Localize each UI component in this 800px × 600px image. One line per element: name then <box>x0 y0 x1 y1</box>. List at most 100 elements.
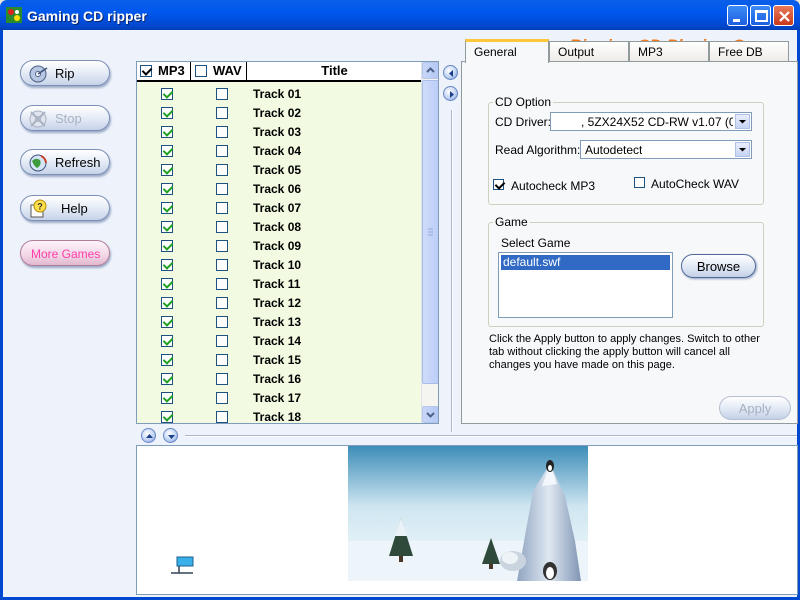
track-wav-checkbox[interactable] <box>216 183 228 195</box>
horizontal-splitter[interactable] <box>185 435 797 437</box>
window-client: Ripping CD Playing Game Rip Stop Refresh… <box>0 30 800 600</box>
track-mp3-checkbox[interactable] <box>161 316 173 328</box>
track-wav-checkbox[interactable] <box>216 126 228 138</box>
stop-button[interactable]: Stop <box>20 105 110 131</box>
cd-driver-select[interactable]: , 5ZX24X52 CD-RW v1.07 (0:1: <box>550 112 752 131</box>
expand-right-button[interactable] <box>443 86 458 101</box>
chevron-down-icon <box>426 412 435 418</box>
game-legend: Game <box>495 215 528 229</box>
table-row[interactable]: Track 09 <box>137 237 422 256</box>
move-up-button[interactable] <box>141 428 156 443</box>
track-mp3-checkbox[interactable] <box>161 88 173 100</box>
scroll-thumb[interactable] <box>422 80 438 384</box>
game-list-item-selected[interactable]: default.swf <box>501 255 670 270</box>
table-row[interactable]: Track 04 <box>137 142 422 161</box>
track-mp3-checkbox[interactable] <box>161 411 173 423</box>
track-wav-checkbox[interactable] <box>216 316 228 328</box>
game-listbox[interactable]: default.swf <box>498 252 673 318</box>
tab-output[interactable]: Output <box>549 41 629 62</box>
track-mp3-checkbox[interactable] <box>161 202 173 214</box>
table-row[interactable]: Track 03 <box>137 123 422 142</box>
table-row[interactable]: Track 10 <box>137 256 422 275</box>
help-button[interactable]: ? Help <box>20 195 110 221</box>
header-wav-checkbox[interactable] <box>195 65 207 77</box>
read-algorithm-dropdown[interactable] <box>735 142 750 157</box>
track-mp3-checkbox[interactable] <box>161 335 173 347</box>
track-wav-checkbox[interactable] <box>216 145 228 157</box>
header-wav[interactable]: WAV <box>191 62 247 80</box>
header-mp3[interactable]: MP3 <box>137 62 191 80</box>
scroll-down-button[interactable] <box>422 406 438 423</box>
table-row[interactable]: Track 01 <box>137 85 422 104</box>
maximize-button[interactable] <box>750 5 771 26</box>
tab-free-db[interactable]: Free DB <box>709 41 789 62</box>
tab-mp3[interactable]: MP3 <box>629 41 709 62</box>
table-row[interactable]: Track 02 <box>137 104 422 123</box>
track-wav-checkbox[interactable] <box>216 202 228 214</box>
close-button[interactable] <box>773 5 794 26</box>
track-list-scrollbar[interactable] <box>421 62 438 423</box>
track-wav-checkbox[interactable] <box>216 354 228 366</box>
track-mp3-checkbox[interactable] <box>161 221 173 233</box>
track-mp3-checkbox[interactable] <box>161 259 173 271</box>
header-title[interactable]: Title <box>247 62 422 80</box>
apply-button[interactable]: Apply <box>719 396 791 420</box>
track-wav-checkbox[interactable] <box>216 107 228 119</box>
track-wav-checkbox[interactable] <box>216 164 228 176</box>
vertical-splitter[interactable] <box>451 110 453 432</box>
autocheck-mp3-checkbox[interactable] <box>493 179 504 190</box>
track-mp3-checkbox[interactable] <box>161 392 173 404</box>
track-mp3-checkbox[interactable] <box>161 278 173 290</box>
track-wav-checkbox[interactable] <box>216 335 228 347</box>
track-mp3-checkbox[interactable] <box>161 297 173 309</box>
track-mp3-checkbox[interactable] <box>161 240 173 252</box>
tab-general[interactable]: General <box>465 39 549 63</box>
table-row[interactable]: Track 18 <box>137 408 422 423</box>
track-mp3-checkbox[interactable] <box>161 107 173 119</box>
collapse-left-button[interactable] <box>443 65 458 80</box>
track-wav-checkbox[interactable] <box>216 297 228 309</box>
track-title: Track 08 <box>253 220 302 234</box>
table-row[interactable]: Track 11 <box>137 275 422 294</box>
table-row[interactable]: Track 12 <box>137 294 422 313</box>
game-area[interactable] <box>136 445 798 595</box>
table-row[interactable]: Track 16 <box>137 370 422 389</box>
title-bar[interactable]: Gaming CD ripper <box>0 0 800 30</box>
table-row[interactable]: Track 06 <box>137 180 422 199</box>
track-wav-checkbox[interactable] <box>216 373 228 385</box>
track-mp3-checkbox[interactable] <box>161 354 173 366</box>
refresh-button[interactable]: Refresh <box>20 149 110 175</box>
header-mp3-checkbox[interactable] <box>140 65 152 77</box>
move-down-button[interactable] <box>163 428 178 443</box>
track-wav-checkbox[interactable] <box>216 259 228 271</box>
track-mp3-checkbox[interactable] <box>161 183 173 195</box>
table-row[interactable]: Track 05 <box>137 161 422 180</box>
track-mp3-checkbox[interactable] <box>161 126 173 138</box>
scroll-up-button[interactable] <box>422 62 438 79</box>
read-algorithm-select[interactable]: Autodetect <box>580 140 752 159</box>
table-row[interactable]: Track 07 <box>137 199 422 218</box>
table-row[interactable]: Track 08 <box>137 218 422 237</box>
browse-button[interactable]: Browse <box>681 254 756 278</box>
read-algorithm-value: Autodetect <box>585 143 643 157</box>
track-wav-checkbox[interactable] <box>216 221 228 233</box>
table-row[interactable]: Track 17 <box>137 389 422 408</box>
table-row[interactable]: Track 14 <box>137 332 422 351</box>
autocheck-wav-checkbox[interactable] <box>634 177 645 188</box>
table-row[interactable]: Track 13 <box>137 313 422 332</box>
track-wav-checkbox[interactable] <box>216 411 228 423</box>
minimize-button[interactable] <box>727 5 748 26</box>
track-wav-checkbox[interactable] <box>216 278 228 290</box>
more-games-button[interactable]: More Games <box>20 240 110 266</box>
track-wav-checkbox[interactable] <box>216 392 228 404</box>
cd-driver-dropdown[interactable] <box>735 114 750 129</box>
track-mp3-checkbox[interactable] <box>161 373 173 385</box>
table-row[interactable]: Track 15 <box>137 351 422 370</box>
track-wav-checkbox[interactable] <box>216 88 228 100</box>
track-mp3-checkbox[interactable] <box>161 145 173 157</box>
track-list[interactable]: MP3 WAV Title Track 01 Track 02 Track 03 Tr… <box>136 61 439 424</box>
track-wav-checkbox[interactable] <box>216 240 228 252</box>
header-title-label: Title <box>321 63 348 78</box>
track-mp3-checkbox[interactable] <box>161 164 173 176</box>
rip-button[interactable]: Rip <box>20 60 110 86</box>
